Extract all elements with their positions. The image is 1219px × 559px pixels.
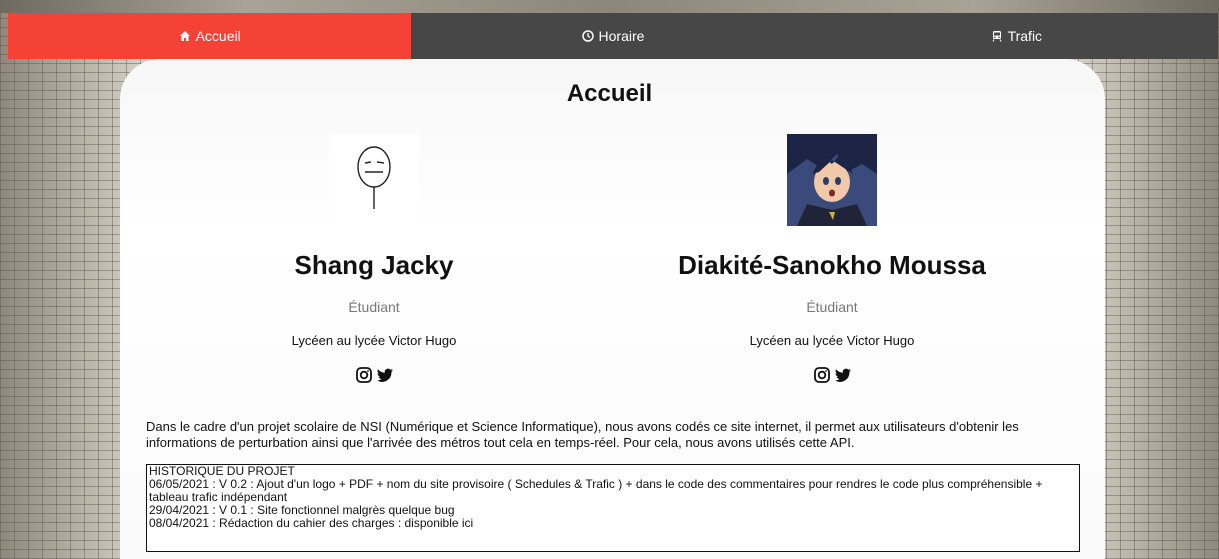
main-navbar: Accueil Horaire Trafic bbox=[8, 13, 1218, 59]
member-role: Étudiant bbox=[806, 299, 858, 315]
anime-character-icon bbox=[787, 134, 877, 226]
project-history: HISTORIQUE DU PROJET 06/05/2021 : V 0.2 … bbox=[146, 464, 1080, 552]
project-description: Dans le cadre d'un projet scolaire de NS… bbox=[146, 419, 1019, 450]
home-icon bbox=[179, 30, 191, 42]
background-strip bbox=[0, 0, 1219, 13]
page-title: Accueil bbox=[566, 80, 653, 107]
instagram-icon[interactable] bbox=[355, 366, 373, 384]
instagram-icon[interactable] bbox=[813, 366, 831, 384]
nav-item-accueil[interactable]: Accueil bbox=[8, 13, 412, 59]
member-school: Lycéen au lycée Victor Hugo bbox=[291, 333, 457, 348]
nav-item-trafic[interactable]: Trafic bbox=[815, 13, 1218, 59]
social-links bbox=[622, 366, 1042, 384]
member-name: Diakité-Sanokho Moussa bbox=[678, 250, 986, 280]
nav-item-label: Accueil bbox=[195, 28, 241, 44]
member-card: Diakité-Sanokho Moussa Étudiant Lycéen a… bbox=[622, 134, 1042, 384]
clock-icon bbox=[581, 30, 594, 42]
twitter-icon[interactable] bbox=[834, 366, 852, 384]
nav-item-horaire[interactable]: Horaire bbox=[411, 13, 814, 59]
member-card: Shang Jacky Étudiant Lycéen au lycée Vic… bbox=[164, 134, 584, 384]
history-entry: 08/04/2021 : Rédaction du cahier des cha… bbox=[149, 516, 474, 530]
twitter-icon[interactable] bbox=[376, 366, 394, 384]
member-school: Lycéen au lycée Victor Hugo bbox=[749, 333, 915, 348]
train-icon bbox=[991, 30, 1003, 42]
social-links bbox=[164, 366, 584, 384]
nav-item-label: Horaire bbox=[598, 28, 645, 44]
member-name: Shang Jacky bbox=[294, 250, 454, 280]
member-role: Étudiant bbox=[348, 299, 400, 315]
poker-face-meme-icon bbox=[329, 134, 419, 226]
nav-item-label: Trafic bbox=[1007, 28, 1043, 44]
history-entry: 06/05/2021 : V 0.2 : Ajout d'un logo + P… bbox=[149, 477, 1043, 504]
